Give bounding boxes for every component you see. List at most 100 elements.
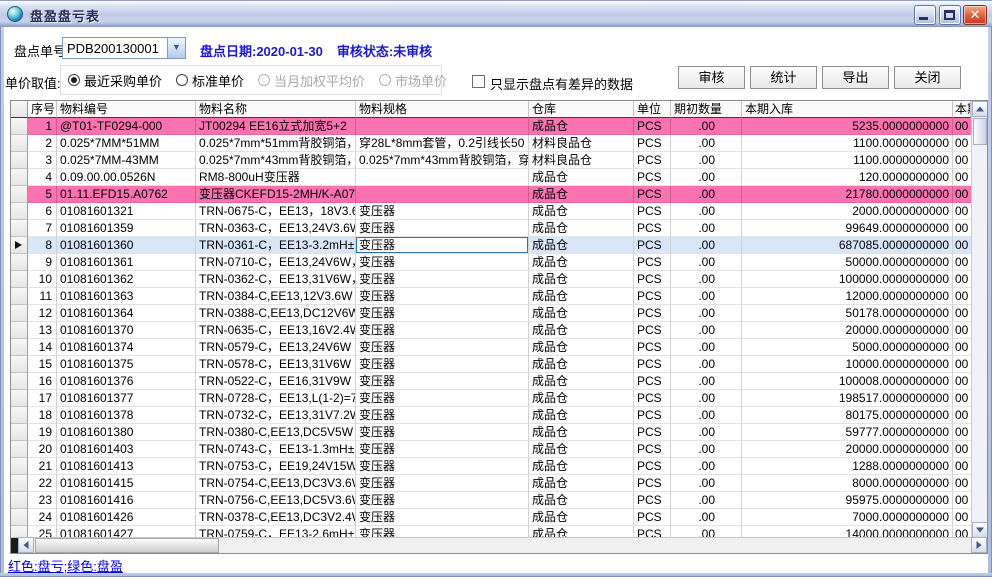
table-row[interactable]: 1201081601364TRN-0388-C,EE13,DC12V6W变压器成… bbox=[11, 305, 971, 322]
cell-unit[interactable]: PCS bbox=[634, 118, 671, 135]
cell-begin-qty[interactable]: .00 bbox=[671, 373, 742, 390]
cell-begin-qty[interactable]: .00 bbox=[671, 390, 742, 407]
cell-warehouse[interactable]: 材料良品仓 bbox=[529, 135, 634, 152]
cell-begin-qty[interactable]: .00 bbox=[671, 526, 742, 537]
table-row[interactable]: 2201081601415TRN-0754-C,EE13,DC3V3.6W变压器… bbox=[11, 475, 971, 492]
cell-spec[interactable]: 变压器 bbox=[356, 254, 529, 271]
cell-begin-qty[interactable]: .00 bbox=[671, 254, 742, 271]
row-selector[interactable] bbox=[11, 509, 28, 526]
cell-overflow[interactable]: 00 bbox=[953, 492, 971, 509]
cell-warehouse[interactable]: 成品仓 bbox=[529, 356, 634, 373]
cell-begin-qty[interactable]: .00 bbox=[671, 271, 742, 288]
statistics-button[interactable]: 统计 bbox=[750, 66, 817, 89]
table-row[interactable]: 801081601360TRN-0361-C，EE13-3.2mH±变压器成品仓… bbox=[11, 237, 971, 254]
cell-name[interactable]: RM8-800uH变压器 bbox=[196, 169, 356, 186]
column-header-begin-qty[interactable]: 期初数量 bbox=[671, 101, 742, 118]
cell-begin-qty[interactable]: .00 bbox=[671, 322, 742, 339]
cell-spec[interactable]: 变压器 bbox=[356, 407, 529, 424]
cell-warehouse[interactable]: 成品仓 bbox=[529, 492, 634, 509]
table-row[interactable]: 1901081601380TRN-0380-C,EE13,DC5V5W变压器成品… bbox=[11, 424, 971, 441]
cell-spec[interactable] bbox=[356, 186, 529, 203]
radio-standard-price[interactable]: 标准单价 bbox=[176, 71, 244, 90]
cell-code[interactable]: 01081601359 bbox=[57, 220, 196, 237]
cell-name[interactable]: 0.025*7mm*43mm背胶铜箔， bbox=[196, 152, 356, 169]
cell-overflow[interactable]: 00 bbox=[953, 509, 971, 526]
cell-no[interactable]: 25 bbox=[28, 526, 57, 537]
cell-spec[interactable]: 变压器 bbox=[356, 322, 529, 339]
close-button[interactable]: ✕ bbox=[963, 5, 987, 25]
cell-no[interactable]: 22 bbox=[28, 475, 57, 492]
cell-warehouse[interactable]: 成品仓 bbox=[529, 203, 634, 220]
cell-name[interactable]: TRN-0380-C,EE13,DC5V5W bbox=[196, 424, 356, 441]
row-selector[interactable] bbox=[11, 254, 28, 271]
row-selector[interactable] bbox=[11, 373, 28, 390]
cell-inbound[interactable]: 21780.0000000000 bbox=[742, 186, 953, 203]
cell-spec[interactable]: 变压器 bbox=[356, 373, 529, 390]
cell-no[interactable]: 6 bbox=[28, 203, 57, 220]
cell-spec[interactable]: 变压器 bbox=[356, 526, 529, 537]
cell-spec[interactable]: 变压器 bbox=[356, 492, 529, 509]
diff-only-checkbox[interactable] bbox=[472, 75, 485, 88]
table-row[interactable]: 1601081601376TRN-0522-C，EE16,31V9W变压器成品仓… bbox=[11, 373, 971, 390]
cell-warehouse[interactable]: 成品仓 bbox=[529, 475, 634, 492]
cell-inbound[interactable]: 687085.0000000000 bbox=[742, 237, 953, 254]
cell-inbound[interactable]: 1100.0000000000 bbox=[742, 135, 953, 152]
cell-code[interactable]: 01081601321 bbox=[57, 203, 196, 220]
cell-overflow[interactable]: 00 bbox=[953, 186, 971, 203]
cell-unit[interactable]: PCS bbox=[634, 237, 671, 254]
row-selector[interactable] bbox=[11, 458, 28, 475]
vertical-scrollbar-thumb[interactable] bbox=[973, 118, 987, 145]
cell-warehouse[interactable]: 成品仓 bbox=[529, 322, 634, 339]
cell-inbound[interactable]: 12000.0000000000 bbox=[742, 288, 953, 305]
cell-inbound[interactable]: 2000.0000000000 bbox=[742, 203, 953, 220]
cell-inbound[interactable]: 8000.0000000000 bbox=[742, 475, 953, 492]
cell-overflow[interactable]: 00 bbox=[953, 322, 971, 339]
cell-no[interactable]: 11 bbox=[28, 288, 57, 305]
row-selector[interactable] bbox=[11, 424, 28, 441]
grid-splitter[interactable] bbox=[11, 538, 18, 554]
radio-recent-purchase-price[interactable]: 最近采购单价 bbox=[68, 71, 162, 90]
cell-name[interactable]: TRN-0756-C,EE13,DC5V3.6W bbox=[196, 492, 356, 509]
cell-name[interactable]: TRN-0384-C,EE13,12V3.6W bbox=[196, 288, 356, 305]
vertical-scrollbar[interactable] bbox=[971, 101, 987, 538]
cell-name[interactable]: TRN-0579-C，EE13,24V6W bbox=[196, 339, 356, 356]
row-selector[interactable] bbox=[11, 407, 28, 424]
cell-code[interactable]: @T01-TF0294-000 bbox=[57, 118, 196, 135]
cell-code[interactable]: 01081601377 bbox=[57, 390, 196, 407]
cell-code[interactable]: 01081601375 bbox=[57, 356, 196, 373]
cell-code[interactable]: 0.09.00.00.0526N bbox=[57, 169, 196, 186]
cell-begin-qty[interactable]: .00 bbox=[671, 492, 742, 509]
table-row[interactable]: 2101081601413TRN-0753-C，EE19,24V15W变压器成品… bbox=[11, 458, 971, 475]
cell-warehouse[interactable]: 成品仓 bbox=[529, 526, 634, 537]
cell-unit[interactable]: PCS bbox=[634, 373, 671, 390]
column-header-name[interactable]: 物料名称 bbox=[196, 101, 356, 118]
row-selector[interactable] bbox=[11, 475, 28, 492]
cell-no[interactable]: 9 bbox=[28, 254, 57, 271]
cell-inbound[interactable]: 7000.0000000000 bbox=[742, 509, 953, 526]
cell-inbound[interactable]: 80175.0000000000 bbox=[742, 407, 953, 424]
cell-warehouse[interactable]: 成品仓 bbox=[529, 424, 634, 441]
column-header-spec[interactable]: 物料规格 bbox=[356, 101, 529, 118]
cell-inbound[interactable]: 198517.0000000000 bbox=[742, 390, 953, 407]
cell-code[interactable]: 01081601413 bbox=[57, 458, 196, 475]
cell-code[interactable]: 01081601380 bbox=[57, 424, 196, 441]
cell-spec[interactable]: 变压器 bbox=[356, 441, 529, 458]
cell-spec[interactable]: 变压器 bbox=[356, 288, 529, 305]
row-selector[interactable] bbox=[11, 322, 28, 339]
cell-warehouse[interactable]: 成品仓 bbox=[529, 407, 634, 424]
table-row[interactable]: 2301081601416TRN-0756-C,EE13,DC5V3.6W变压器… bbox=[11, 492, 971, 509]
cell-begin-qty[interactable]: .00 bbox=[671, 407, 742, 424]
cell-warehouse[interactable]: 成品仓 bbox=[529, 441, 634, 458]
cell-code[interactable]: 01081601362 bbox=[57, 271, 196, 288]
cell-unit[interactable]: PCS bbox=[634, 220, 671, 237]
cell-overflow[interactable]: 00 bbox=[953, 407, 971, 424]
cell-overflow[interactable]: 00 bbox=[953, 254, 971, 271]
cell-inbound[interactable]: 99649.0000000000 bbox=[742, 220, 953, 237]
cell-no[interactable]: 8 bbox=[28, 237, 57, 254]
scroll-up-icon[interactable] bbox=[972, 101, 988, 117]
scroll-right-icon[interactable] bbox=[971, 537, 987, 553]
cell-spec[interactable]: 穿28L*8mm套管，0.2引线长50 bbox=[356, 135, 529, 152]
cell-code[interactable]: 01081601360 bbox=[57, 237, 196, 254]
cell-inbound[interactable]: 1288.0000000000 bbox=[742, 458, 953, 475]
cell-inbound[interactable]: 100000.0000000000 bbox=[742, 271, 953, 288]
